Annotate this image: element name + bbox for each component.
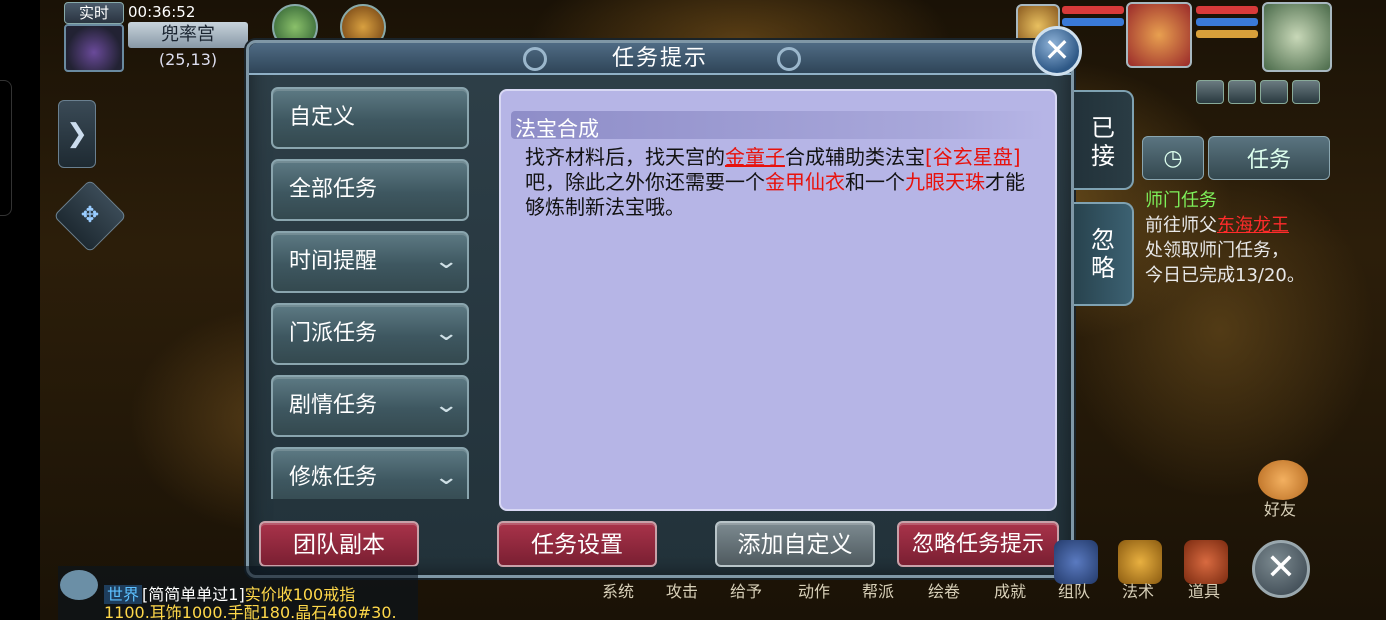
- map-name[interactable]: 兜率宫: [128, 22, 248, 48]
- npc-link[interactable]: 金童子: [725, 145, 785, 169]
- menu-system[interactable]: 系统: [602, 578, 634, 602]
- dialog-title: 任务提示: [611, 46, 708, 71]
- tracker-task-line: 处领取师门任务，: [1145, 240, 1289, 261]
- category-all-tasks[interactable]: 全部任务: [271, 159, 469, 221]
- task-hint-dialog: 任务提示 自定义 全部任务 时间提醒 ⌄ 门派任务 ⌄ 剧情任务 ⌄ 修炼任务 …: [246, 40, 1074, 578]
- chevron-down-icon: ⌄: [432, 393, 459, 418]
- menu-items[interactable]: 道具: [1188, 578, 1220, 602]
- team-dungeon-button[interactable]: 团队副本: [259, 521, 419, 567]
- category-list[interactable]: 自定义 全部任务 时间提醒 ⌄ 门派任务 ⌄ 剧情任务 ⌄ 修炼任务 ⌄: [271, 87, 471, 499]
- close-icon: ✕: [1043, 31, 1071, 69]
- clock: 00:36:52: [128, 3, 196, 21]
- menu-attack[interactable]: 攻击: [666, 578, 698, 602]
- chevron-down-icon: ⌄: [432, 321, 459, 346]
- buff-icon[interactable]: [1228, 80, 1256, 104]
- minimap-button[interactable]: [64, 24, 124, 72]
- category-story-tasks[interactable]: 剧情任务 ⌄: [271, 375, 469, 437]
- close-icon: ✕: [1265, 547, 1297, 588]
- menu-scroll[interactable]: 绘卷: [928, 578, 960, 602]
- category-training-tasks[interactable]: 修炼任务 ⌄: [271, 447, 469, 499]
- chevron-down-icon: ⌄: [432, 249, 459, 274]
- expand-arrows-icon: ✥: [80, 203, 100, 228]
- handshake-icon[interactable]: [1258, 460, 1308, 500]
- chevron-down-icon: ⌄: [432, 465, 459, 490]
- menu-guild[interactable]: 帮派: [862, 578, 894, 602]
- chat-bubble-icon[interactable]: [60, 570, 98, 600]
- clock-icon: ◷: [1163, 145, 1183, 171]
- chevron-right-icon: ❯: [66, 119, 88, 149]
- buff-icon[interactable]: [1292, 80, 1320, 104]
- task-description: 找齐材料后，找天宫的金童子合成辅助类法宝[谷玄星盘]吧，除此之外你还需要一个金甲…: [525, 145, 1025, 219]
- location-panel: 实时 00:36:52 兜率宫 (25,13): [58, 2, 250, 74]
- item-name: 金甲仙衣: [765, 170, 845, 194]
- pet-mp-bar: [1062, 18, 1124, 26]
- mp-bar: [1196, 18, 1258, 26]
- task-tab[interactable]: 任务: [1208, 136, 1330, 180]
- menu-action[interactable]: 动作: [798, 578, 830, 602]
- menu-achievement[interactable]: 成就: [994, 578, 1026, 602]
- tracker-task-title: 师门任务: [1145, 190, 1217, 211]
- character-portrait[interactable]: [1126, 2, 1192, 68]
- time-label: 实时: [64, 2, 124, 24]
- tracker-task-line: 前往师父东海龙王: [1145, 215, 1289, 236]
- task-detail-panel: 法宝合成 找齐材料后，找天宫的金童子合成辅助类法宝[谷玄星盘]吧，除此之外你还需…: [499, 89, 1057, 511]
- category-custom[interactable]: 自定义: [271, 87, 469, 149]
- category-time-reminder[interactable]: 时间提醒 ⌄: [271, 231, 469, 293]
- hp-bar: [1196, 6, 1258, 14]
- add-custom-button[interactable]: 添加自定义: [715, 521, 875, 567]
- tab-ignored[interactable]: 忽略: [1074, 202, 1134, 306]
- timer-tab[interactable]: ◷: [1142, 136, 1204, 180]
- buff-icon[interactable]: [1196, 80, 1224, 104]
- buff-icon[interactable]: [1260, 80, 1288, 104]
- task-settings-button[interactable]: 任务设置: [497, 521, 657, 567]
- ignore-task-hint-button[interactable]: 忽略任务提示: [897, 521, 1059, 567]
- tracker-task-progress: 今日已完成13/20。: [1145, 265, 1305, 286]
- task-title: 法宝合成: [515, 117, 599, 141]
- menu-team[interactable]: 组队: [1058, 578, 1090, 602]
- tab-accepted[interactable]: 已接: [1074, 90, 1134, 190]
- tracker-npc-link[interactable]: 东海龙王: [1217, 215, 1289, 236]
- map-coordinates: (25,13): [158, 50, 218, 69]
- task-tracker[interactable]: 师门任务 前往师父东海龙王 处领取师门任务， 今日已完成13/20。: [1145, 188, 1345, 288]
- menu-give[interactable]: 给予: [730, 578, 762, 602]
- device-edge: [0, 80, 12, 216]
- expand-arrow-button[interactable]: ❯: [58, 100, 96, 168]
- category-sect-tasks[interactable]: 门派任务 ⌄: [271, 303, 469, 365]
- item-link[interactable]: [谷玄星盘]: [925, 145, 1021, 169]
- item-name: 九眼天珠: [905, 170, 985, 194]
- player-avatar[interactable]: [1262, 2, 1332, 72]
- exp-bar: [1196, 30, 1258, 38]
- close-dialog-button[interactable]: ✕: [1032, 26, 1082, 76]
- pet-hp-bar: [1062, 6, 1124, 14]
- friends-label[interactable]: 好友: [1264, 496, 1296, 520]
- close-menu-button[interactable]: ✕: [1252, 540, 1310, 598]
- menu-magic[interactable]: 法术: [1122, 578, 1154, 602]
- chat-message-cont: 1100.耳饰1000.手配180.晶石460#30.: [104, 603, 397, 620]
